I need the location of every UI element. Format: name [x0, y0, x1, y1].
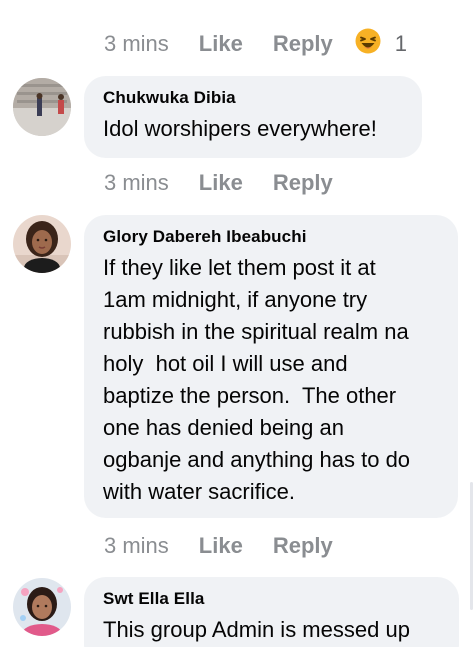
comment-actions: 3 mins Like Reply — [104, 166, 363, 200]
reply-button[interactable]: Reply — [273, 31, 333, 57]
avatar[interactable] — [13, 578, 71, 636]
comment-text: Idol worshipers everywhere! — [103, 116, 377, 141]
comment-author[interactable]: Chukwuka Dibia — [103, 88, 404, 108]
comment-author[interactable]: Glory Dabereh Ibeabuchi — [103, 227, 440, 247]
avatar[interactable] — [13, 215, 71, 273]
comment-time: 3 mins — [104, 31, 169, 56]
reply-button[interactable]: Reply — [273, 170, 333, 196]
like-button[interactable]: Like — [199, 31, 243, 57]
comment-text: If they like let them post it at 1am mid… — [103, 255, 411, 504]
comment-actions: 3 mins Like Reply 1 — [104, 27, 407, 61]
avatar[interactable] — [13, 78, 71, 136]
comment-bubble: Swt Ella Ella This group Admin is messed… — [84, 577, 459, 647]
comment-author[interactable]: Swt Ella Ella — [103, 589, 441, 609]
comment-time: 3 mins — [104, 170, 169, 195]
comment-actions: 3 mins Like Reply — [104, 529, 363, 563]
comment-time: 3 mins — [104, 533, 169, 558]
reaction-count: 1 — [394, 31, 407, 56]
reaction-summary[interactable]: 1 — [355, 28, 407, 60]
comment-text: This group Admin is messed up — [103, 617, 410, 642]
reply-button[interactable]: Reply — [273, 533, 333, 559]
comment-bubble: Chukwuka Dibia Idol worshipers everywher… — [84, 76, 422, 158]
like-button[interactable]: Like — [199, 533, 243, 559]
comment-bubble: Glory Dabereh Ibeabuchi If they like let… — [84, 215, 458, 518]
haha-emoji-icon — [355, 28, 381, 60]
like-button[interactable]: Like — [199, 170, 243, 196]
